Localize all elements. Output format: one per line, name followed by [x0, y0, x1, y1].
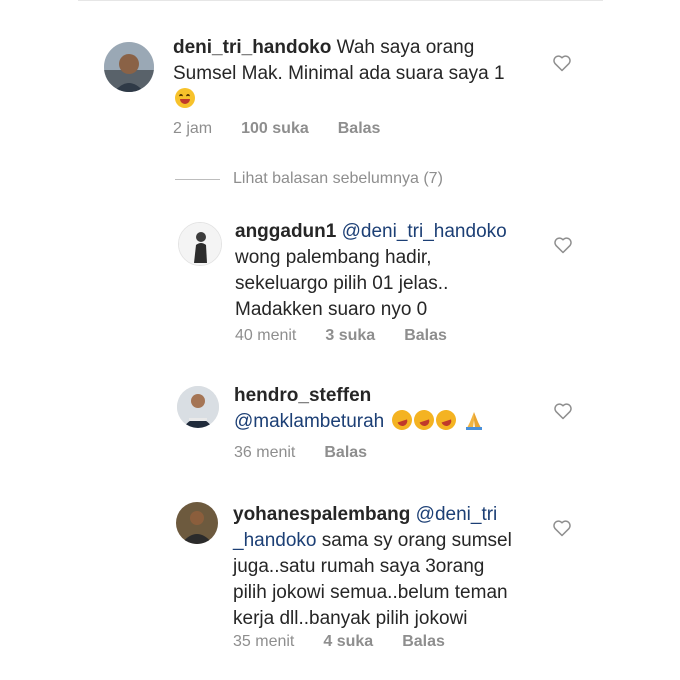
comment-body-line2: Sumsel Mak. Minimal ada suara saya 1 — [173, 63, 505, 84]
comment-username[interactable]: yohanespalembang — [233, 504, 410, 525]
comment-text: anggadun1 @deni_tri_handoko wong palemba… — [235, 219, 565, 323]
comment-mention[interactable]: @deni_tri_handoko — [342, 221, 507, 242]
comment-text: deni_tri_handoko Wah saya orang Sumsel M… — [173, 35, 553, 113]
comment-mention-part2[interactable]: _handoko — [233, 530, 316, 551]
comment-text: yohanespalembang @deni_tri _handoko sama… — [233, 502, 563, 632]
comment-body-line2: wong palembang hadir, — [235, 247, 432, 268]
heart-icon[interactable] — [553, 235, 573, 255]
rolling-laughing-icon — [432, 407, 459, 433]
comment-mention[interactable]: @maklambeturah — [234, 411, 384, 432]
comment-body-line3: juga..satu rumah saya 3orang — [233, 556, 485, 577]
reply-button[interactable]: Balas — [402, 633, 445, 651]
comment-body-line4: Madakken suaro nyo 0 — [235, 299, 428, 320]
comment-meta: 2 jam 100 suka Balas — [173, 120, 380, 138]
comment-time: 36 menit — [234, 444, 296, 461]
comment-username[interactable]: anggadun1 — [235, 221, 336, 242]
comment-username[interactable]: deni_tri_handoko — [173, 37, 331, 58]
view-previous-replies[interactable]: Lihat balasan sebelumnya (7) — [175, 170, 443, 188]
rolling-laughing-icon — [388, 407, 415, 433]
rolling-laughing-icon — [410, 407, 437, 433]
heart-icon[interactable] — [552, 518, 572, 538]
comment-body-line3: sekeluargo pilih 01 jelas.. — [235, 273, 449, 294]
avatar[interactable] — [177, 386, 219, 428]
comment-meta: 36 menit Balas — [234, 444, 367, 462]
comment-time: 35 menit — [233, 633, 295, 650]
comment-meta: 35 menit 4 suka Balas — [233, 633, 445, 651]
comment-time: 40 menit — [235, 327, 297, 344]
view-previous-label[interactable]: Lihat balasan sebelumnya (7) — [233, 170, 443, 188]
comment-mention-part1[interactable]: @deni_tri — [416, 504, 498, 525]
comment-username[interactable]: hendro_steffen — [234, 385, 371, 406]
avatar[interactable] — [104, 42, 154, 92]
comment-body-line1: Wah saya orang — [336, 37, 475, 58]
comment-text: hendro_steffen @maklambeturah — [234, 383, 564, 435]
comment-body-line2: sama sy orang sumsel — [316, 530, 512, 551]
comment-meta: 40 menit 3 suka Balas — [235, 327, 447, 345]
avatar[interactable] — [178, 222, 222, 266]
comment-body-line4: pilih jokowi semua..belum teman — [233, 582, 508, 603]
heart-icon[interactable] — [552, 53, 572, 73]
likes-count[interactable]: 4 suka — [323, 633, 373, 651]
reply-button[interactable]: Balas — [324, 444, 367, 462]
likes-count[interactable]: 100 suka — [241, 120, 309, 138]
top-divider — [78, 0, 603, 5]
avatar[interactable] — [176, 502, 218, 544]
comment-body-line5: kerja dll..banyak pilih jokowi — [233, 608, 468, 629]
divider-line — [175, 178, 220, 180]
reply-button[interactable]: Balas — [404, 327, 447, 345]
comment-time: 2 jam — [173, 120, 213, 137]
praying-hands-icon — [465, 412, 482, 430]
heart-icon[interactable] — [553, 401, 573, 421]
smiling-face-icon — [175, 88, 195, 108]
likes-count[interactable]: 3 suka — [325, 327, 375, 345]
reply-button[interactable]: Balas — [338, 120, 381, 138]
